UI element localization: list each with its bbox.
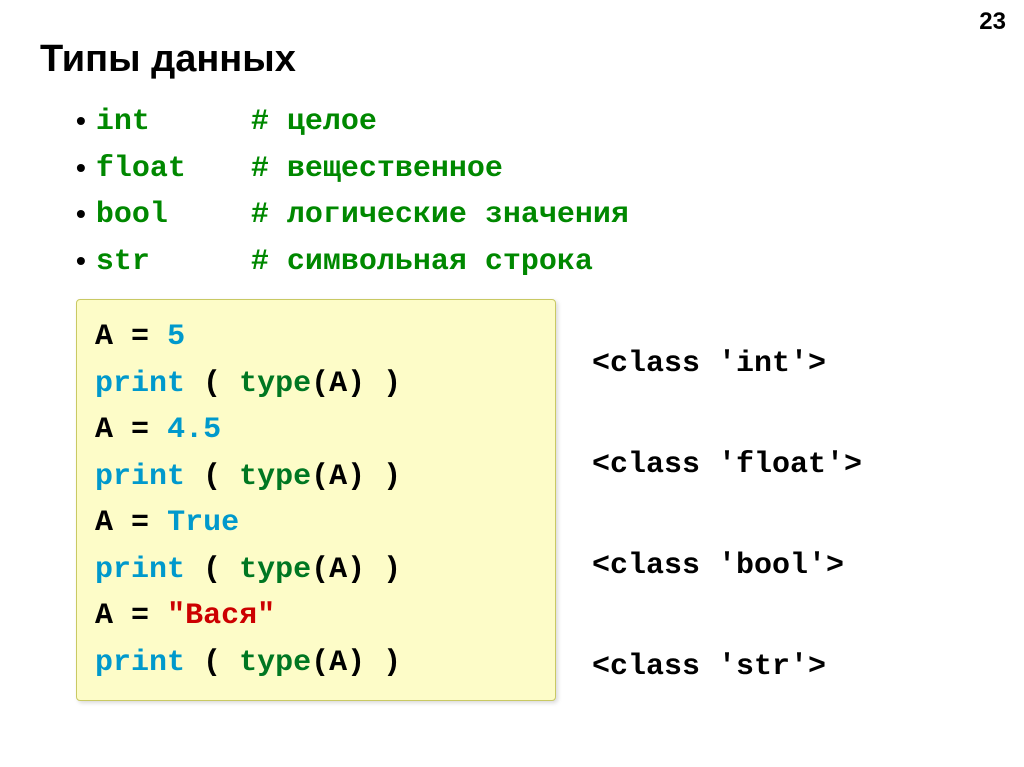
type-comment: # логические значения (251, 192, 629, 239)
code-line: print ( type(A) ) (95, 454, 537, 501)
output-line: <class 'int'> (592, 341, 862, 388)
type-keyword: int (96, 99, 251, 146)
type-keyword: float (96, 146, 251, 193)
bullet-icon: • (76, 239, 86, 282)
type-keyword: str (96, 239, 251, 286)
type-keyword: bool (96, 192, 251, 239)
code-block: A = 5 print ( type(A) ) A = 4.5 print ( … (76, 299, 556, 701)
type-row: • int # целое (76, 99, 984, 146)
types-list: • int # целое • float # вещественное • b… (76, 99, 984, 285)
code-line: A = 4.5 (95, 407, 537, 454)
page-number: 23 (979, 8, 1006, 36)
bullet-icon: • (76, 99, 86, 142)
type-comment: # вещественное (251, 146, 503, 193)
output-line: <class 'bool'> (592, 543, 862, 590)
type-row: • float # вещественное (76, 146, 984, 193)
code-line: A = 5 (95, 314, 537, 361)
slide-title: Типы данных (40, 38, 984, 81)
code-output-row: A = 5 print ( type(A) ) A = 4.5 print ( … (76, 299, 984, 701)
type-comment: # целое (251, 99, 377, 146)
code-line: print ( type(A) ) (95, 547, 537, 594)
bullet-icon: • (76, 192, 86, 235)
code-line: A = "Вася" (95, 593, 537, 640)
output-line: <class 'str'> (592, 644, 862, 691)
code-line: print ( type(A) ) (95, 361, 537, 408)
code-line: A = True (95, 500, 537, 547)
type-row: • bool # логические значения (76, 192, 984, 239)
type-row: • str # символьная строка (76, 239, 984, 286)
type-comment: # символьная строка (251, 239, 593, 286)
bullet-icon: • (76, 146, 86, 189)
output-block: <class 'int'> <class 'float'> <class 'bo… (556, 299, 862, 701)
code-line: print ( type(A) ) (95, 640, 537, 687)
output-line: <class 'float'> (592, 442, 862, 489)
